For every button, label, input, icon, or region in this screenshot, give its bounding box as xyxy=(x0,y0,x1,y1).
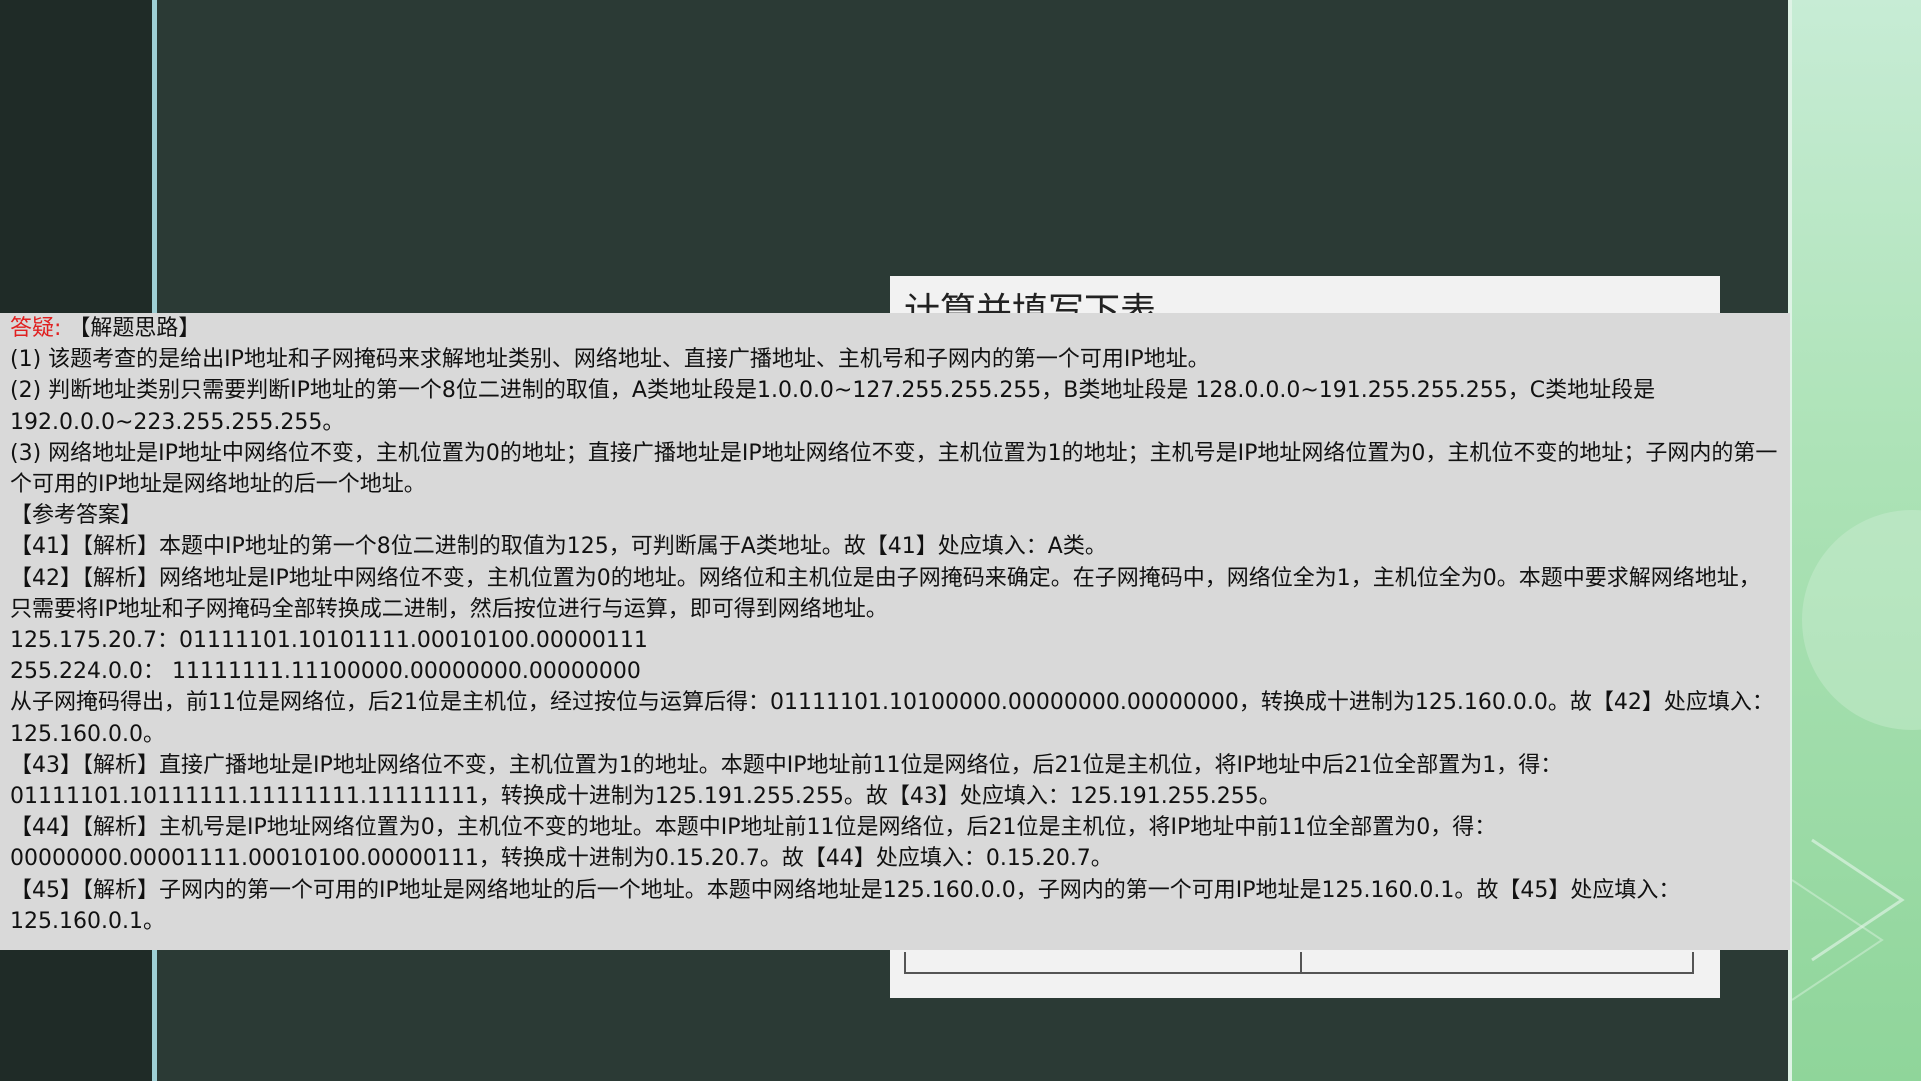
answer-line: (2) 判断地址类别只需要判断IP地址的第一个8位二进制的取值，A类地址段是1.… xyxy=(10,378,1656,435)
answer-line: 255.224.0.0： 11111111.11100000.00000000.… xyxy=(10,659,641,685)
slide-canvas: 计算并填写下表 答疑: 【解题思路】 (1) 该题考查的是给出IP地址和子网掩码… xyxy=(0,0,1921,1081)
chevron-decoration-icon xyxy=(1792,510,1921,1001)
answer-line: (3) 网络地址是IP地址中网络位不变，主机位置为0的地址；直接广播地址是IP地… xyxy=(10,440,1778,498)
answer-line: 【41】【解析】本题中IP地址的第一个8位二进制的取值为125，可判断属于A类地… xyxy=(10,534,1107,560)
answer-explanation-box: 答疑: 【解题思路】 (1) 该题考查的是给出IP地址和子网掩码来求解地址类别、… xyxy=(0,313,1790,950)
answer-line: 【45】【解析】子网内的第一个可用的IP地址是网络地址的后一个地址。本题中网络地… xyxy=(10,877,1681,934)
answer-line: 从子网掩码得出，前11位是网络位，后21位是主机位，经过按位与运算后得：0111… xyxy=(10,690,1774,747)
answer-text: 答疑: 【解题思路】 (1) 该题考查的是给出IP地址和子网掩码来求解地址类别、… xyxy=(10,313,1780,937)
answer-line: (1) 该题考查的是给出IP地址和子网掩码来求解地址类别、网络地址、直接广播地址… xyxy=(10,347,1210,373)
answer-label: 答疑: xyxy=(10,316,62,341)
question-table-outline xyxy=(904,952,1694,974)
answer-line: 【43】【解析】直接广播地址是IP地址网络位不变，主机位置为1的地址。本题中IP… xyxy=(10,752,1563,810)
answer-line: 125.175.20.7：01111101.10101111.00010100.… xyxy=(10,628,648,654)
answer-header: 答疑: 【解题思路】 xyxy=(10,313,1780,344)
answer-line: 【参考答案】 xyxy=(10,503,143,529)
question-table-divider xyxy=(1300,952,1302,972)
right-decoration-panel xyxy=(1792,0,1921,1081)
thought-heading: 【解题思路】 xyxy=(68,316,201,341)
answer-line: 【42】【解析】网络地址是IP地址中网络位不变，主机位置为0的地址。网络位和主机… xyxy=(10,565,1761,622)
answer-line: 【44】【解析】主机号是IP地址网络位置为0，主机位不变的地址。本题中IP地址前… xyxy=(10,815,1497,872)
